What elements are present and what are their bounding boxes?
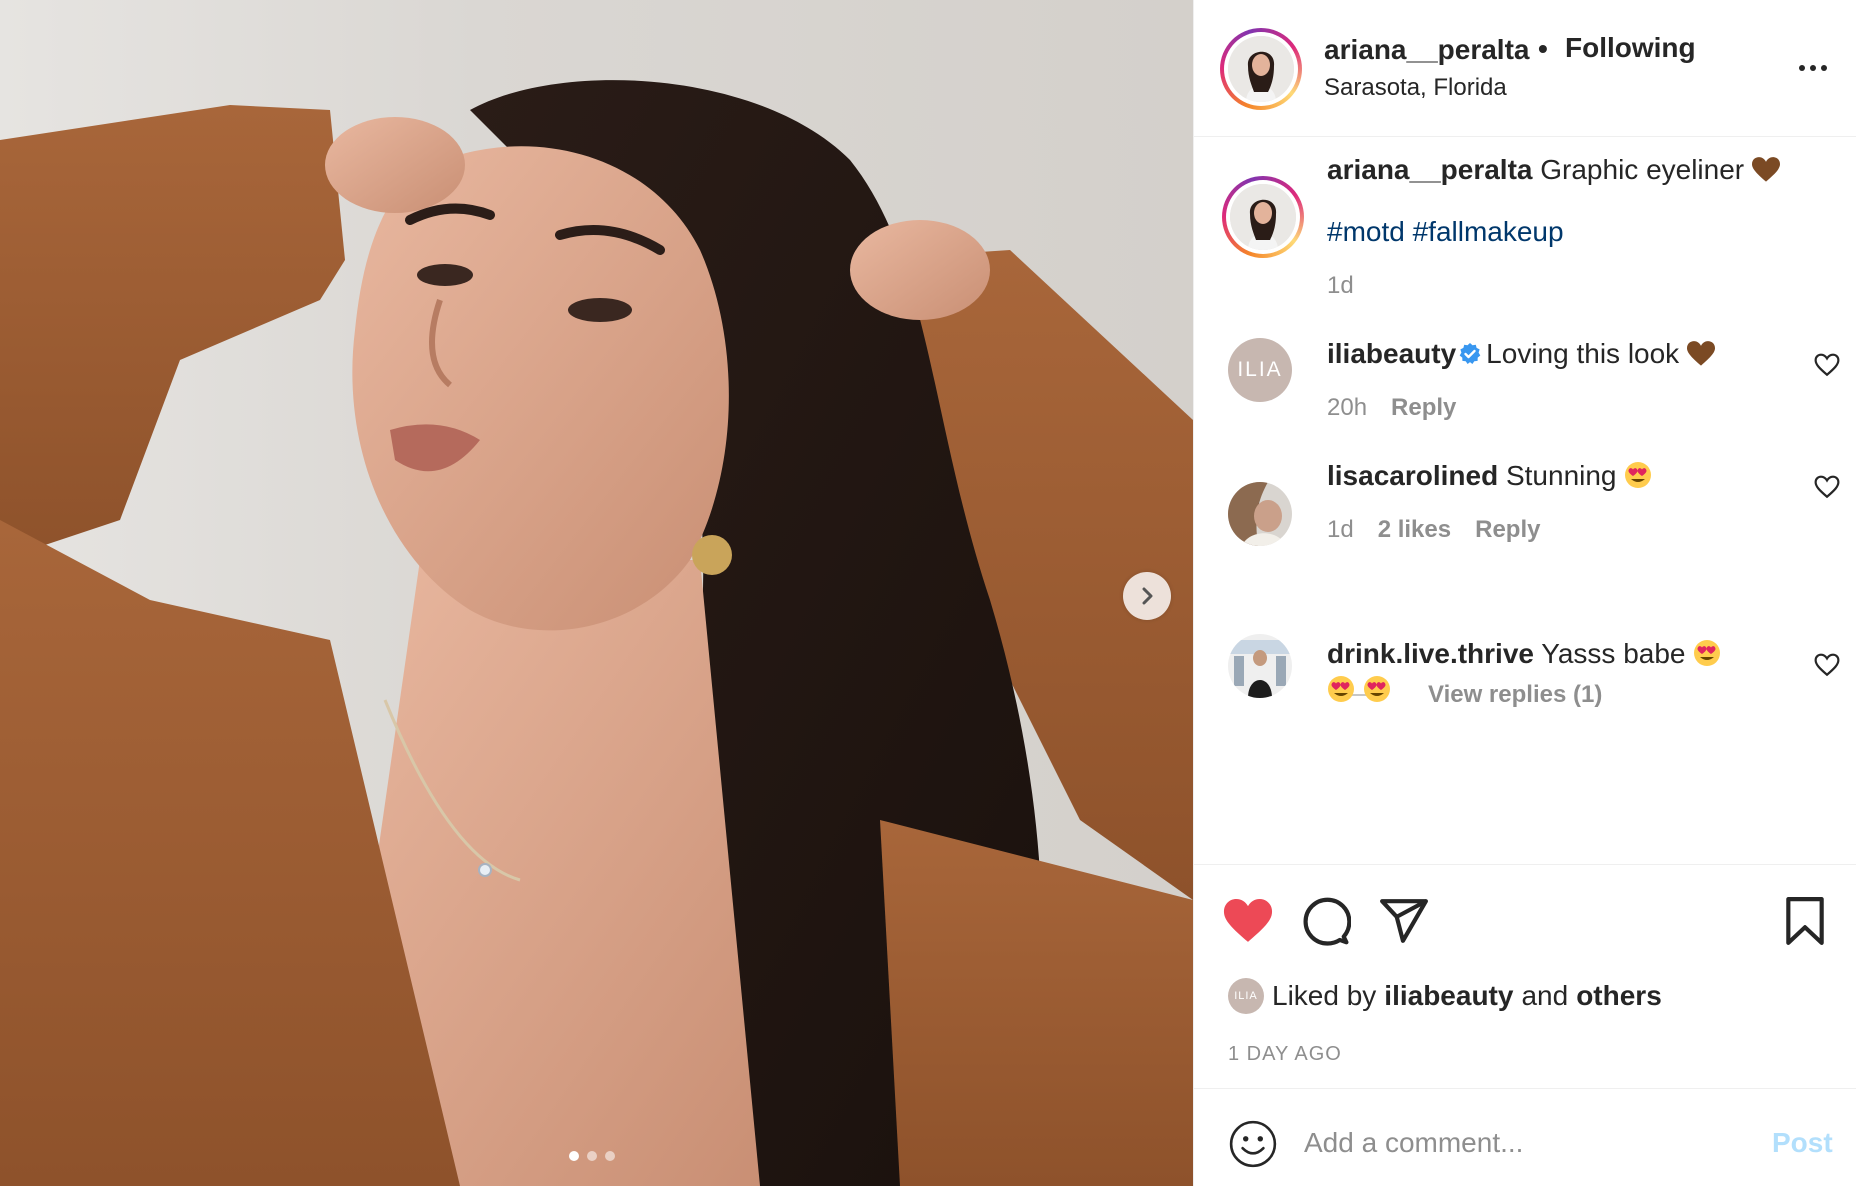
- caption-author-avatar[interactable]: [1222, 176, 1304, 258]
- post-comment-button[interactable]: Post: [1772, 1127, 1833, 1159]
- more-options-button[interactable]: [1793, 50, 1833, 86]
- brown-heart-icon: [1686, 341, 1715, 366]
- add-comment-input[interactable]: [1304, 1115, 1734, 1171]
- comment-meta: 20h Reply: [1327, 394, 1456, 422]
- like-comment-heart-icon[interactable]: [1814, 652, 1840, 678]
- liked-by-summary: ILIA Liked by iliabeauty and others: [1228, 978, 1662, 1014]
- like-comment-heart-icon[interactable]: [1814, 352, 1840, 378]
- commenter-avatar[interactable]: [1228, 482, 1292, 546]
- profile-photo-icon: [1228, 634, 1292, 698]
- profile-photo-icon: [1230, 184, 1296, 250]
- post-actions: ILIA Liked by iliabeauty and others 1 DA…: [1194, 864, 1856, 1088]
- post-timestamp[interactable]: 1 DAY AGO: [1228, 1043, 1342, 1066]
- comment-text: drink.live.thrive Yasss babe: [1327, 636, 1747, 708]
- like-comment-heart-icon[interactable]: [1814, 474, 1840, 500]
- comment-time: 20h: [1327, 394, 1368, 421]
- comment-bubble-icon: [1303, 897, 1351, 946]
- brown-heart-icon: [1751, 157, 1780, 182]
- liked-by-prefix: Liked by: [1272, 980, 1377, 1011]
- heart-eyes-emoji-icon: [1363, 676, 1390, 702]
- profile-photo-icon: [1228, 36, 1294, 102]
- caption-body: Graphic eyeliner: [1540, 154, 1745, 185]
- caption-hashtags[interactable]: #motd #fallmakeup: [1327, 214, 1564, 250]
- heart-eyes-emoji-icon: [1625, 462, 1652, 488]
- comment-username[interactable]: drink.live.thrive: [1327, 638, 1534, 669]
- reply-button[interactable]: Reply: [1475, 516, 1540, 544]
- save-button[interactable]: [1777, 893, 1833, 949]
- profile-photo-icon: [1228, 482, 1292, 546]
- comments-list[interactable]: ariana__peralta Graphic eyeliner #motd #…: [1194, 138, 1856, 864]
- more-options-icon: [1821, 65, 1827, 71]
- verified-badge-icon: [1459, 343, 1481, 364]
- heart-eyes-emoji-icon: [1694, 640, 1721, 666]
- liked-by-others-link[interactable]: others: [1576, 980, 1662, 1012]
- commenter-avatar[interactable]: [1228, 634, 1292, 698]
- liked-by-username[interactable]: iliabeauty: [1384, 980, 1513, 1012]
- caption-text: ariana__peralta Graphic eyeliner: [1327, 152, 1780, 188]
- post-header: ariana__peralta • Following Sarasota, Fl…: [1194, 0, 1856, 137]
- author-avatar[interactable]: [1220, 28, 1302, 110]
- emoji-smiley-icon[interactable]: [1228, 1119, 1278, 1169]
- heart-filled-icon: [1223, 899, 1273, 942]
- comment-text: lisacarolined Stunning: [1327, 458, 1652, 494]
- caption-meta: 1d: [1327, 272, 1354, 300]
- post-details-pane: ariana__peralta • Following Sarasota, Fl…: [1193, 0, 1856, 1186]
- comment-time: 1d: [1327, 516, 1354, 543]
- caption-username[interactable]: ariana__peralta: [1327, 154, 1532, 185]
- add-comment-bar: Post: [1194, 1088, 1856, 1186]
- carousel-dot: [605, 1151, 615, 1161]
- more-options-icon: [1810, 65, 1816, 71]
- liker-avatar[interactable]: ILIA: [1228, 978, 1264, 1014]
- comment-body: Stunning: [1505, 460, 1617, 491]
- comment-body: Yasss babe: [1541, 638, 1686, 669]
- reply-button[interactable]: Reply: [1391, 394, 1456, 422]
- next-photo-button[interactable]: [1123, 572, 1171, 620]
- chevron-right-icon: [1142, 587, 1153, 605]
- comment-button[interactable]: [1298, 893, 1354, 949]
- carousel-dot: [587, 1151, 597, 1161]
- following-button[interactable]: Following: [1565, 32, 1696, 64]
- author-username[interactable]: ariana__peralta: [1324, 34, 1529, 66]
- carousel-indicator: [569, 1151, 615, 1161]
- carousel-dot: [569, 1151, 579, 1161]
- comment-text: iliabeauty Loving this look: [1327, 336, 1715, 372]
- liked-by-and: and: [1521, 980, 1569, 1011]
- bookmark-icon: [1786, 897, 1824, 945]
- comment-meta: 1d 2 likes Reply: [1327, 516, 1540, 544]
- commenter-avatar[interactable]: ILIA: [1228, 338, 1292, 402]
- portrait-image: [0, 80, 1193, 1186]
- post-location[interactable]: Sarasota, Florida: [1324, 74, 1507, 102]
- avatar-logo-text: ILIA: [1234, 990, 1258, 1002]
- avatar-logo-text: ILIA: [1237, 358, 1283, 381]
- send-paper-plane-icon: [1380, 899, 1428, 943]
- comment-body: Loving this look: [1486, 338, 1680, 369]
- heart-eyes-emoji-icon: [1328, 676, 1354, 702]
- comment-username[interactable]: iliabeauty: [1327, 338, 1456, 369]
- like-button[interactable]: [1220, 893, 1276, 949]
- more-options-icon: [1799, 65, 1805, 71]
- caption-time: 1d: [1327, 272, 1354, 299]
- comment-likes[interactable]: 2 likes: [1378, 516, 1451, 544]
- post-photo[interactable]: [0, 0, 1193, 1186]
- comment-username[interactable]: lisacarolined: [1327, 460, 1498, 491]
- separator-dot: •: [1538, 33, 1548, 64]
- share-button[interactable]: [1376, 893, 1432, 949]
